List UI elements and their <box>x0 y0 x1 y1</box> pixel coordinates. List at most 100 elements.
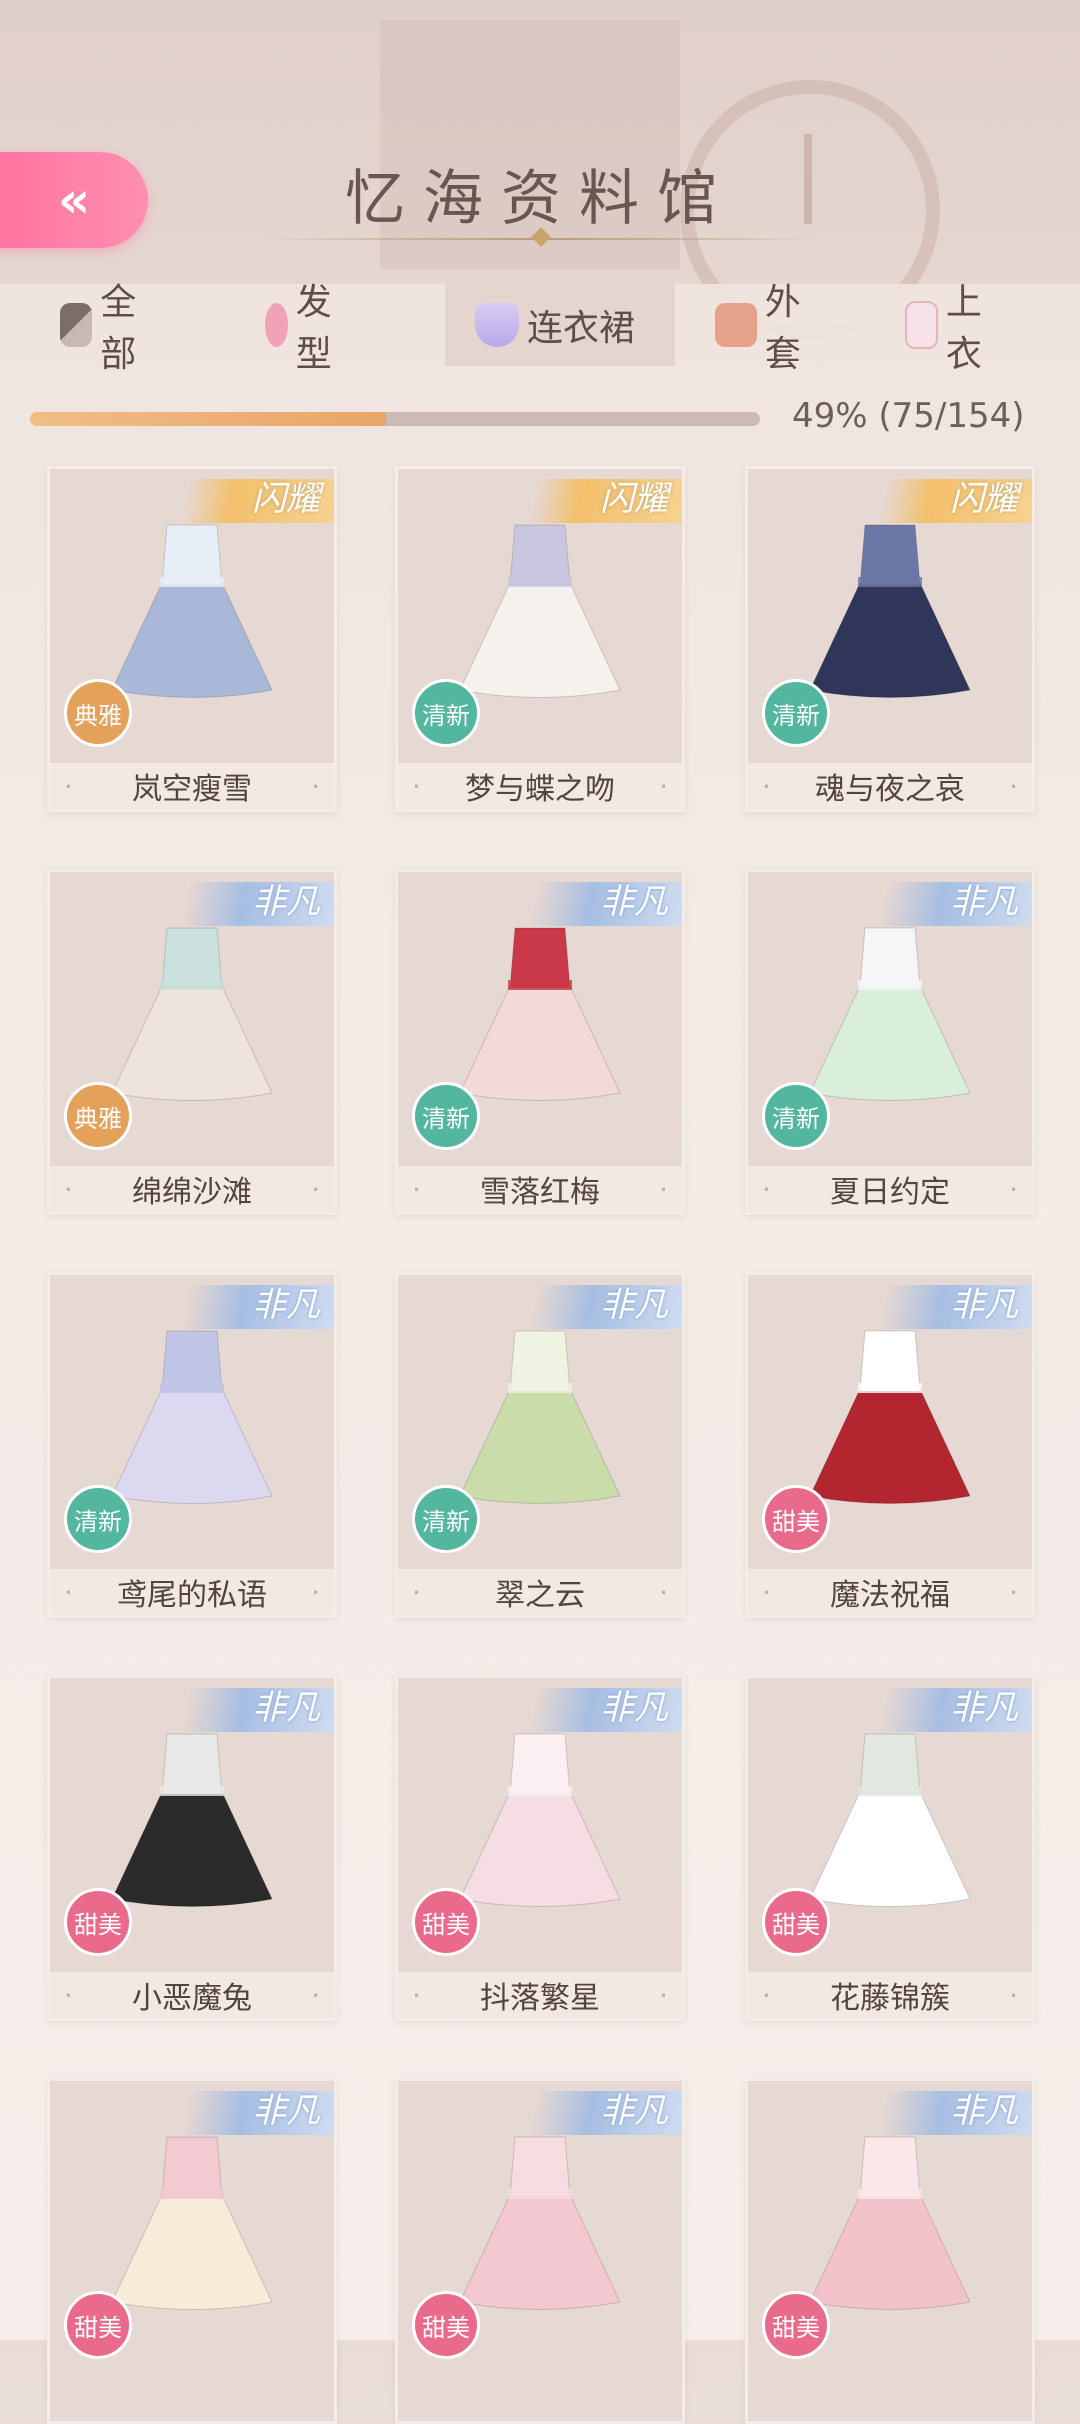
rarity-label: 闪耀 <box>950 479 1018 519</box>
item-card[interactable]: 闪耀典雅岚空瘦雪 <box>47 466 337 812</box>
rarity-ribbon: 非凡 <box>492 1275 682 1331</box>
item-card[interactable]: 闪耀清新魂与夜之哀 <box>745 466 1035 812</box>
style-badge: 典雅 <box>64 1082 132 1150</box>
item-card[interactable]: 非凡甜美 <box>395 2078 685 2424</box>
style-badge: 清新 <box>762 1082 830 1150</box>
rarity-label: 非凡 <box>600 882 668 922</box>
rarity-label: 非凡 <box>600 1285 668 1325</box>
rarity-label: 非凡 <box>600 2091 668 2131</box>
grid-icon <box>60 303 93 347</box>
dress-illustration <box>459 1330 621 1504</box>
item-name: 梦与蝶之吻 <box>398 763 682 809</box>
dress-illustration <box>111 2136 273 2310</box>
item-name: 花藤锦簇 <box>748 1972 1032 2018</box>
rarity-ribbon: 闪耀 <box>492 469 682 525</box>
rarity-label: 闪耀 <box>600 479 668 519</box>
style-badge: 甜美 <box>64 2291 132 2359</box>
rarity-ribbon: 非凡 <box>144 1678 334 1734</box>
rarity-ribbon: 闪耀 <box>144 469 334 525</box>
rarity-label: 非凡 <box>252 882 320 922</box>
top-icon <box>905 301 938 349</box>
dress-illustration <box>809 2136 971 2310</box>
tab-hairstyle[interactable]: 发型 <box>165 282 345 375</box>
style-badge: 清新 <box>64 1485 132 1553</box>
item-card[interactable]: 非凡甜美 <box>47 2078 337 2424</box>
dress-illustration <box>111 1330 273 1504</box>
rarity-ribbon: 非凡 <box>492 872 682 928</box>
collection-progress-bar <box>30 412 760 426</box>
rarity-label: 非凡 <box>600 1688 668 1728</box>
rarity-ribbon: 闪耀 <box>842 469 1032 525</box>
dress-illustration <box>809 1733 971 1907</box>
coat-icon <box>715 303 757 347</box>
item-card[interactable]: 非凡清新雪落红梅 <box>395 869 685 1215</box>
style-badge: 甜美 <box>762 1888 830 1956</box>
item-card[interactable]: 非凡甜美 <box>745 2078 1035 2424</box>
style-badge: 清新 <box>762 679 830 747</box>
dress-illustration <box>809 524 971 698</box>
rarity-ribbon: 非凡 <box>492 2081 682 2137</box>
item-name: 岚空瘦雪 <box>50 763 334 809</box>
hair-icon <box>265 303 288 347</box>
dress-illustration <box>459 1733 621 1907</box>
progress-fill <box>30 412 386 426</box>
rarity-label: 非凡 <box>252 1285 320 1325</box>
tab-dress[interactable]: 连衣裙 <box>445 284 675 366</box>
tab-label: 连衣裙 <box>527 308 636 349</box>
rarity-ribbon: 非凡 <box>492 1678 682 1734</box>
dress-illustration <box>809 1330 971 1504</box>
dress-icon <box>475 303 519 347</box>
style-badge: 甜美 <box>64 1888 132 1956</box>
item-name: 绵绵沙滩 <box>50 1166 334 1212</box>
tab-coat[interactable]: 外套 <box>675 282 845 375</box>
dress-illustration <box>459 2136 621 2310</box>
tab-top[interactable]: 上衣 <box>845 282 1005 375</box>
style-badge: 清新 <box>412 679 480 747</box>
tab-label: 全部 <box>100 282 137 375</box>
rarity-label: 非凡 <box>252 2091 320 2131</box>
item-name: 魔法祝福 <box>748 1569 1032 1615</box>
dress-illustration <box>459 524 621 698</box>
style-badge: 清新 <box>412 1485 480 1553</box>
item-card[interactable]: 非凡清新夏日约定 <box>745 869 1035 1215</box>
item-card[interactable]: 非凡清新鸢尾的私语 <box>47 1272 337 1618</box>
item-name: 翠之云 <box>398 1569 682 1615</box>
style-badge: 典雅 <box>64 679 132 747</box>
style-badge: 甜美 <box>762 2291 830 2359</box>
style-badge: 甜美 <box>412 1888 480 1956</box>
tab-all[interactable]: 全部 <box>0 282 165 375</box>
category-tabs: 全部 发型 连衣裙 外套 上衣 <box>0 282 1080 375</box>
rarity-ribbon: 非凡 <box>144 2081 334 2137</box>
rarity-label: 非凡 <box>950 1688 1018 1728</box>
rarity-ribbon: 非凡 <box>842 1678 1032 1734</box>
style-badge: 清新 <box>412 1082 480 1150</box>
item-name: 雪落红梅 <box>398 1166 682 1212</box>
tab-label: 上衣 <box>945 282 982 375</box>
item-card[interactable]: 非凡清新翠之云 <box>395 1272 685 1618</box>
item-card[interactable]: 非凡甜美抖落繁星 <box>395 1675 685 2021</box>
dress-illustration <box>111 927 273 1101</box>
rarity-label: 非凡 <box>950 882 1018 922</box>
rarity-ribbon: 非凡 <box>842 2081 1032 2137</box>
page-title: 忆海资料馆 <box>345 164 735 234</box>
rarity-label: 非凡 <box>950 2091 1018 2131</box>
rarity-ribbon: 非凡 <box>842 1275 1032 1331</box>
item-name: 抖落繁星 <box>398 1972 682 2018</box>
item-card[interactable]: 非凡甜美小恶魔兔 <box>47 1675 337 2021</box>
tab-label: 发型 <box>295 282 332 375</box>
style-badge: 甜美 <box>412 2291 480 2359</box>
item-card[interactable]: 非凡甜美花藤锦簇 <box>745 1675 1035 2021</box>
rarity-ribbon: 非凡 <box>842 872 1032 928</box>
rarity-label: 闪耀 <box>252 479 320 519</box>
style-badge: 甜美 <box>762 1485 830 1553</box>
dress-illustration <box>459 927 621 1101</box>
item-card[interactable]: 闪耀清新梦与蝶之吻 <box>395 466 685 812</box>
tab-label: 外套 <box>764 282 801 375</box>
dress-illustration <box>111 524 273 698</box>
dress-illustration <box>111 1733 273 1907</box>
item-card[interactable]: 非凡典雅绵绵沙滩 <box>47 869 337 1215</box>
rarity-label: 非凡 <box>950 1285 1018 1325</box>
item-name: 魂与夜之哀 <box>748 763 1032 809</box>
rarity-ribbon: 非凡 <box>144 1275 334 1331</box>
item-card[interactable]: 非凡甜美魔法祝福 <box>745 1272 1035 1618</box>
